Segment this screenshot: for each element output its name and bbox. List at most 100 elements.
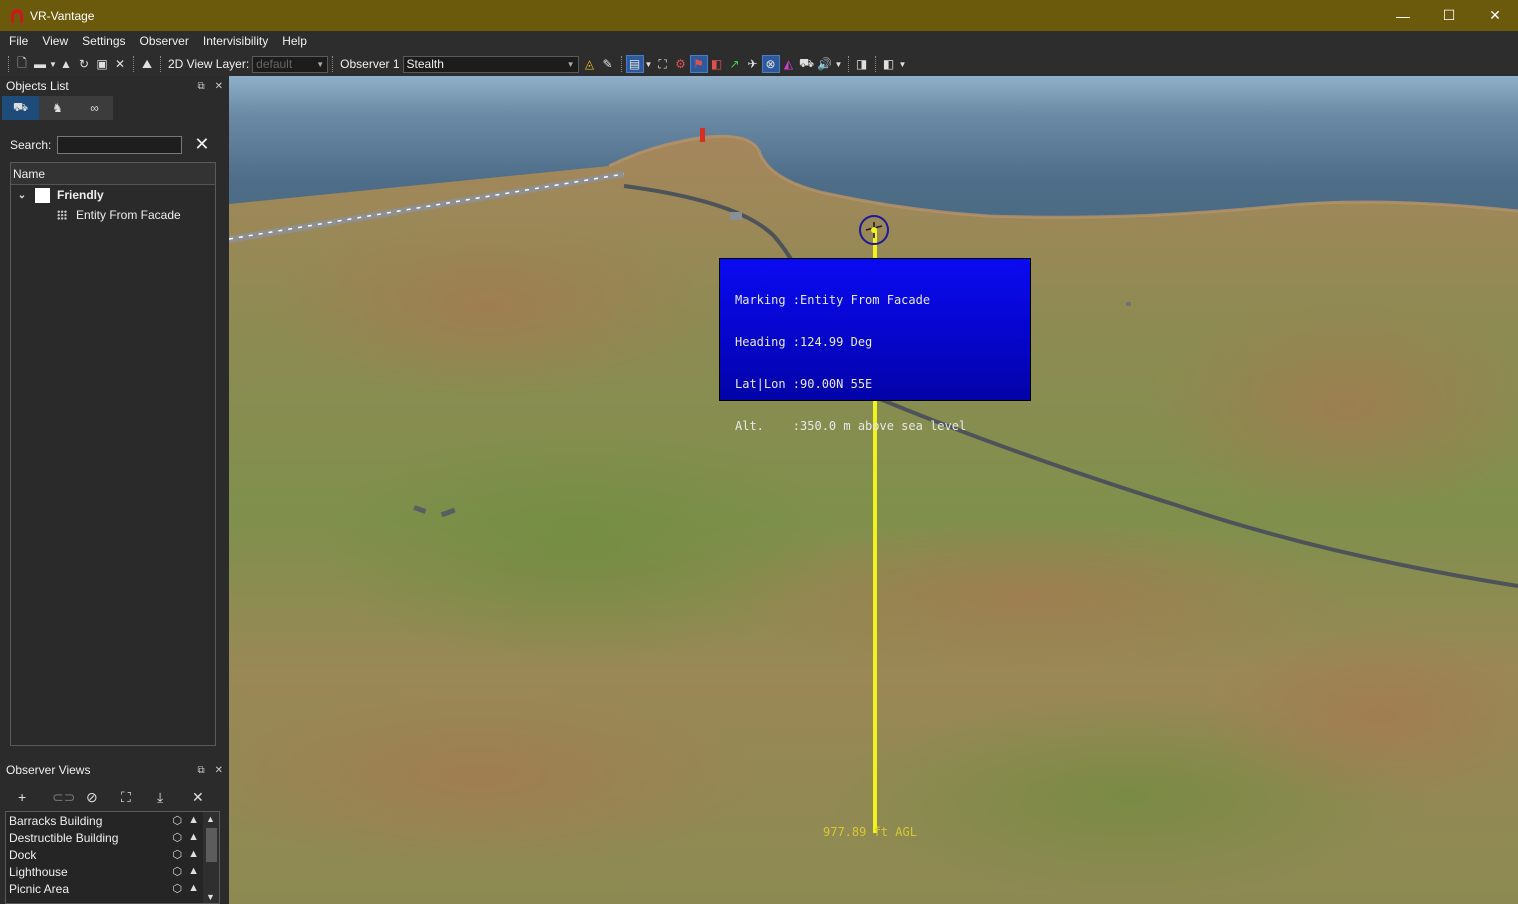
view-layer-label: 2D View Layer: <box>168 57 250 71</box>
terrain-icon[interactable]: ▲ <box>188 848 199 861</box>
close-panel-icon[interactable]: ✕ <box>215 765 223 776</box>
tab-lifeforms-icon[interactable]: ♞ <box>39 96 76 120</box>
tree-node-label: Entity From Facade <box>76 208 181 222</box>
info-latlon: Lat|Lon :90.00N 55E <box>735 377 873 391</box>
tab-vehicles-icon[interactable]: ⛟ <box>2 96 39 120</box>
list-item[interactable]: Destructible Building ⬡ ▲ <box>6 829 219 846</box>
maximize-button[interactable]: ☐ <box>1426 0 1472 31</box>
toolbar-separator <box>620 56 622 72</box>
cube-icon[interactable]: ⬡ <box>173 848 183 861</box>
clear-search-icon[interactable]: ✕ <box>194 134 209 155</box>
settings-gear-icon[interactable]: ⚙ <box>672 55 690 73</box>
open-folder-icon[interactable]: ▬ <box>31 55 49 73</box>
list-item[interactable]: Barracks Building ⬡ ▲ <box>6 812 219 829</box>
search-row: Search: ✕ <box>10 134 209 155</box>
3d-viewport[interactable]: Marking :Entity From Facade Heading :124… <box>229 76 1518 904</box>
no-target-icon[interactable]: ⊗ <box>761 55 780 73</box>
view-layer-value: default <box>256 57 293 71</box>
cube-icon[interactable]: ⬡ <box>173 882 183 895</box>
dropdown-arrow-icon[interactable]: ▼ <box>644 55 654 73</box>
capture-icon[interactable]: ⛶ <box>121 789 131 806</box>
download-icon[interactable]: ⤓ <box>157 789 163 806</box>
dropdown-arrow-icon[interactable]: ▼ <box>834 55 844 73</box>
cube-icon[interactable]: ⬡ <box>173 814 183 827</box>
scrollbar[interactable]: ▲ ▼ <box>203 812 219 903</box>
title-bar: VR-Vantage — ☐ ✕ <box>0 0 1518 31</box>
undock-icon[interactable]: ⧉ <box>197 765 204 776</box>
friendly-checkbox[interactable] <box>35 187 50 203</box>
save-icon[interactable]: ▣ <box>93 55 111 73</box>
dropdown-arrow-icon[interactable]: ▼ <box>49 55 57 73</box>
entity-grid-icon <box>57 210 67 220</box>
terrain-edit-icon[interactable]: ⛰ <box>138 55 156 73</box>
agl-readout: 977.89 ft AGL <box>823 825 917 839</box>
menu-observer[interactable]: Observer <box>133 31 196 52</box>
search-input[interactable] <box>57 135 183 154</box>
view-layer-select[interactable]: default ▼ <box>252 55 329 73</box>
fit-view-icon[interactable]: ⛶ <box>654 55 672 73</box>
list-item[interactable]: Dock ⬡ ▲ <box>6 846 219 863</box>
pencil-icon[interactable]: ✎ <box>599 55 617 73</box>
terrain-icon[interactable]: ▲ <box>188 814 199 827</box>
minimize-button[interactable]: — <box>1380 0 1426 31</box>
tab-binoculars-icon[interactable]: ∞ <box>76 96 113 120</box>
list-item[interactable]: Lighthouse ⬡ ▲ <box>6 863 219 880</box>
split-view-icon[interactable]: ◧ <box>880 55 898 73</box>
aircraft-icon[interactable]: ✈ <box>744 55 762 73</box>
new-file-icon[interactable]: 🗋 <box>13 55 31 73</box>
reload-icon[interactable]: ↻ <box>75 55 93 73</box>
close-scenario-icon[interactable]: ✕ <box>111 55 129 73</box>
menu-settings[interactable]: Settings <box>75 31 132 52</box>
observer-label: Observer 1 <box>340 57 400 71</box>
objects-tabs: ⛟ ♞ ∞ <box>2 96 229 120</box>
observer-views-panel: Observer Views ⧉ ✕ + ⊂⊃ ⊘ ⛶ ⤓ ✕ Barracks… <box>0 760 229 904</box>
pyramid-icon[interactable]: ◬ <box>581 55 599 73</box>
entity-marker[interactable] <box>859 215 889 245</box>
close-button[interactable]: ✕ <box>1472 0 1518 31</box>
range-icon[interactable]: ◭ <box>780 55 798 73</box>
tree-node-entity[interactable]: Entity From Facade <box>11 205 215 225</box>
trails-icon[interactable]: ↗ <box>726 55 744 73</box>
menu-view[interactable]: View <box>35 31 75 52</box>
cube-icon[interactable]: ⬡ <box>173 865 183 878</box>
terrain-icon[interactable]: ▲ <box>188 882 199 895</box>
delete-view-icon[interactable]: ✕ <box>192 789 204 806</box>
name-column-header[interactable]: Name <box>11 163 215 185</box>
list-item-label: Lighthouse <box>9 864 68 879</box>
display-mode-icon[interactable]: ▤ <box>625 55 644 73</box>
info-altitude: Alt. :350.0 m above sea level <box>735 419 967 433</box>
objects-list-title: Objects List <box>6 79 69 93</box>
observer-mode-value: Stealth <box>406 57 444 71</box>
info-marking: Marking :Entity From Facade <box>735 293 931 307</box>
menu-help[interactable]: Help <box>275 31 314 52</box>
menu-intervisibility[interactable]: Intervisibility <box>196 31 275 52</box>
close-panel-icon[interactable]: ✕ <box>215 81 223 92</box>
hide-view-icon[interactable]: ⊘ <box>86 789 98 806</box>
terrain-icon[interactable]: ▲ <box>188 865 199 878</box>
terrain-icon[interactable]: ▲ <box>57 55 75 73</box>
list-item[interactable]: Picnic Area ⬡ ▲ <box>6 880 219 897</box>
add-view-icon[interactable]: + <box>18 789 26 805</box>
toolbar-separator <box>874 56 876 72</box>
scroll-up-icon[interactable]: ▲ <box>206 814 215 824</box>
menu-bar: File View Settings Observer Intervisibil… <box>0 31 1518 52</box>
info-heading: Heading :124.99 Deg <box>735 335 873 349</box>
symbols-icon[interactable]: ⚑ <box>689 55 708 73</box>
sound-icon[interactable]: 🔊 <box>816 55 834 73</box>
terrain-icon[interactable]: ▲ <box>188 831 199 844</box>
observer-mode-select[interactable]: Stealth ▼ <box>402 55 579 73</box>
search-label: Search: <box>10 137 52 152</box>
chevron-down-icon[interactable]: ⌄ <box>15 190 29 201</box>
scroll-down-icon[interactable]: ▼ <box>206 892 215 902</box>
layout-icon[interactable]: ◨ <box>853 55 871 73</box>
cube-icon[interactable]: ⬡ <box>173 831 183 844</box>
labels-icon[interactable]: ◧ <box>708 55 726 73</box>
scrollbar-thumb[interactable] <box>206 828 217 862</box>
aircraft-symbol-icon <box>865 222 883 238</box>
tree-node-friendly[interactable]: ⌄ Friendly <box>11 185 215 205</box>
menu-file[interactable]: File <box>2 31 35 52</box>
list-item-label: Dock <box>9 847 37 862</box>
dropdown-arrow-icon[interactable]: ▼ <box>898 55 908 73</box>
undock-icon[interactable]: ⧉ <box>197 81 204 92</box>
vehicle-icon[interactable]: ⛟ <box>798 55 816 73</box>
